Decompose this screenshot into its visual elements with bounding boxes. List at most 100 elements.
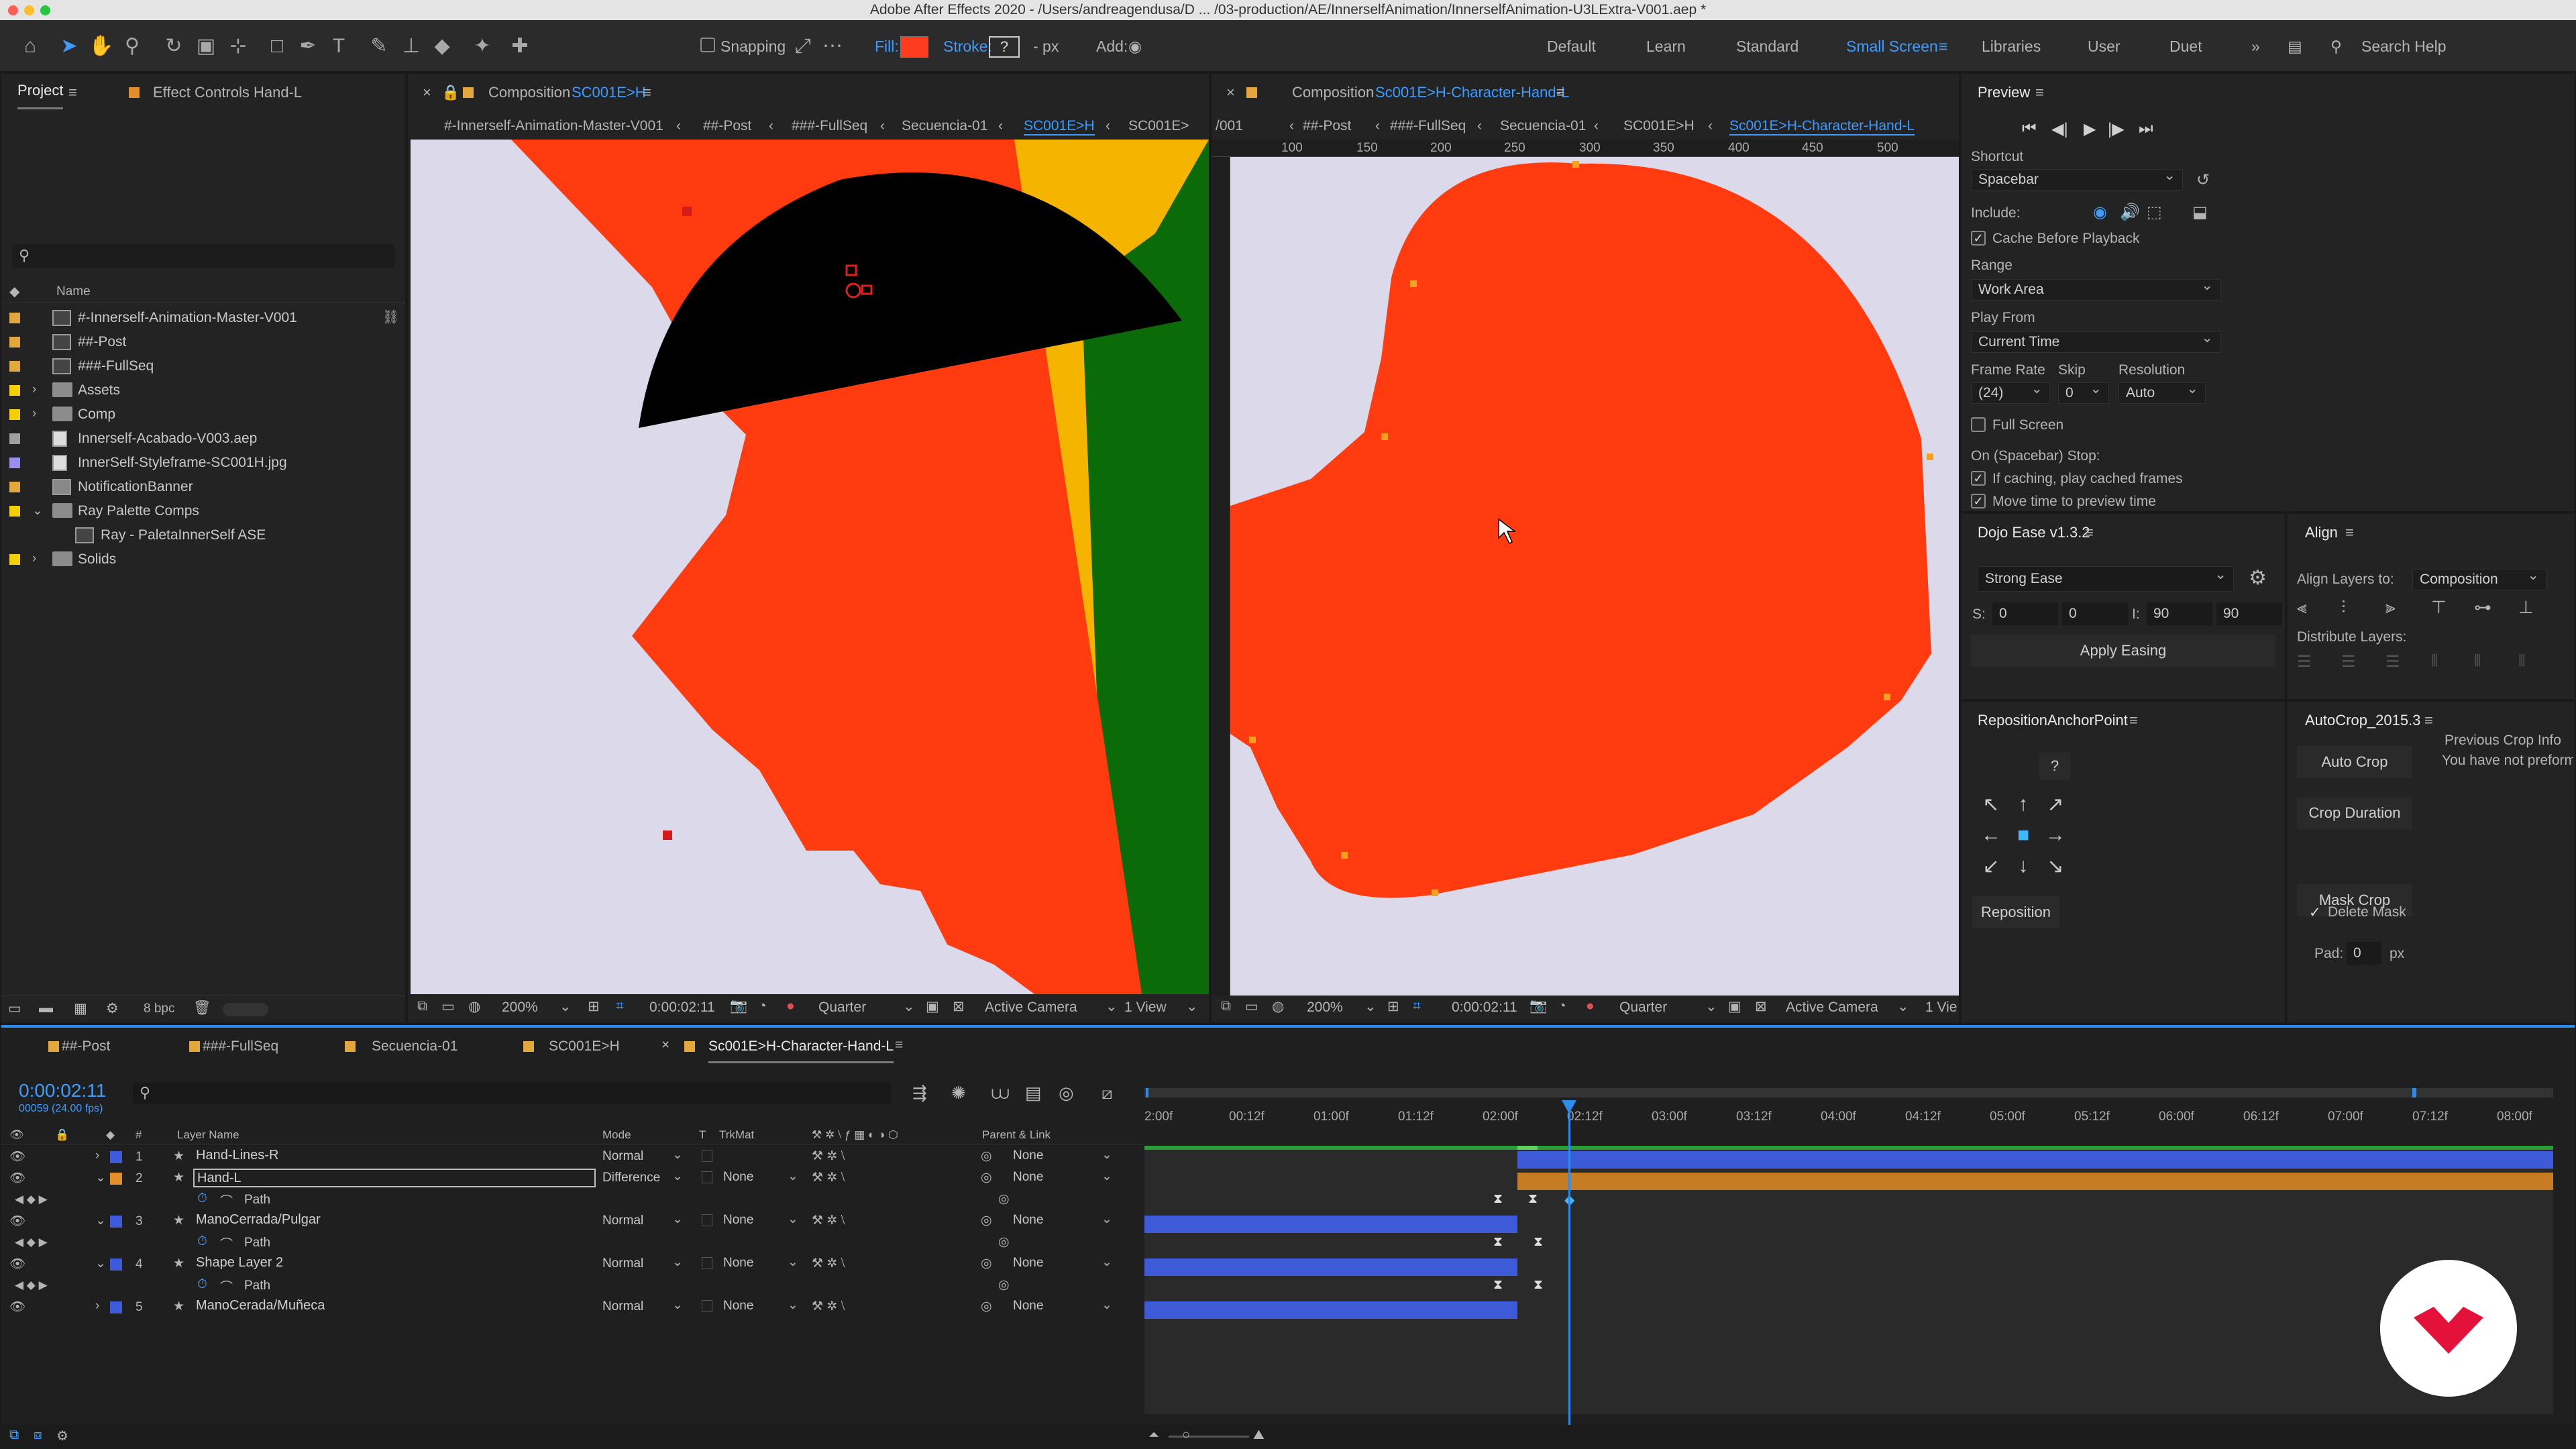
layer-switches-icon[interactable]: ⚒ ✲ ⧵: [812, 1213, 845, 1228]
pick-whip-icon[interactable]: ◎: [981, 1148, 992, 1164]
dojo-settings-icon[interactable]: ⚙: [2249, 566, 2267, 590]
stroke-width-value[interactable]: - px: [1033, 38, 1059, 56]
safe-margins-icon[interactable]: ⊞: [588, 998, 600, 1015]
breadcrumb-item[interactable]: ##-Post: [703, 118, 751, 134]
keyframe-nav-icon[interactable]: ◀ ◆ ▶: [15, 1236, 48, 1249]
av-features-icon[interactable]: 👁: [9, 1128, 24, 1142]
zoom-in-icon[interactable]: ⛰: [1253, 1428, 1265, 1443]
keyframe-icon[interactable]: ⧗: [1493, 1277, 1503, 1293]
visibility-eye-icon[interactable]: 👁: [9, 1299, 25, 1315]
zoom-dropdown-chevron-icon[interactable]: ⌄: [559, 998, 572, 1015]
project-item[interactable]: › Solids: [1, 547, 405, 572]
visibility-eye-icon[interactable]: 👁: [9, 1256, 25, 1272]
workspace-default[interactable]: Default: [1547, 38, 1596, 56]
breadcrumb-item[interactable]: ###-FullSeq: [792, 118, 867, 134]
trash-icon[interactable]: 🗑: [193, 1000, 211, 1016]
workspace-standard[interactable]: Standard: [1736, 38, 1799, 56]
cache-before-playback-checkbox[interactable]: ✓: [1971, 231, 1986, 246]
color-channels-icon[interactable]: ●: [786, 998, 795, 1014]
name-column-header[interactable]: Name: [56, 284, 91, 299]
time-ruler[interactable]: 2:00f 00:12f 01:00f 01:12f 02:00f 02:12f 03:00…: [1144, 1088, 2553, 1143]
zoom-window-button[interactable]: [40, 5, 50, 15]
label-swatch[interactable]: [9, 385, 20, 396]
show-snapshot-icon[interactable]: ◔: [758, 998, 767, 1014]
pick-whip-icon[interactable]: ◎: [998, 1191, 1010, 1207]
transparency-grid-icon[interactable]: ⊠: [1755, 998, 1767, 1015]
layer-property-row[interactable]: ◀ ◆ ▶ ⏱ ⌒ Path ◎: [1, 1189, 1142, 1210]
if-caching-checkbox[interactable]: ✓: [1971, 471, 1986, 486]
trkmat-dropdown[interactable]: None: [723, 1213, 753, 1228]
speed-in-input[interactable]: 0: [1992, 602, 2058, 625]
next-frame-icon[interactable]: |▶: [2108, 119, 2125, 139]
layer-bar-hand-l[interactable]: [1517, 1173, 2553, 1190]
label-swatch[interactable]: [9, 313, 20, 323]
breadcrumb-item[interactable]: /001: [1216, 118, 1243, 134]
pad-input[interactable]: 0: [2347, 942, 2381, 965]
project-item[interactable]: ⌄ Ray Palette Comps: [1, 499, 405, 523]
close-tab-icon[interactable]: ×: [423, 74, 431, 111]
layer-label-swatch[interactable]: [110, 1173, 122, 1185]
breadcrumb-item[interactable]: Secuencia-01: [1500, 118, 1586, 134]
visibility-eye-icon[interactable]: 👁: [9, 1148, 25, 1165]
chevron-right-icon[interactable]: ›: [32, 382, 36, 397]
snap-options-icon[interactable]: ⤢: [790, 34, 816, 59]
align-layers-to-dropdown[interactable]: Composition: [2412, 566, 2546, 590]
layer-row[interactable]: 👁 ⌄ 4 ★ Shape Layer 2 Normal ⌄ None ⌄ ⚒ ✲ ⧵ ◎ None ⌄: [1, 1253, 1142, 1275]
project-search-input[interactable]: ⚲: [12, 244, 394, 268]
mode-chevron-icon[interactable]: ⌄: [672, 1254, 683, 1270]
region-of-interest-icon[interactable]: ⌗: [616, 998, 624, 1014]
distribute-left-icon[interactable]: ⦀: [2431, 652, 2438, 671]
rotate-tool-icon[interactable]: ↻: [161, 34, 186, 59]
type-tool-icon[interactable]: T: [326, 34, 352, 59]
expand-chevron-icon[interactable]: ⌄: [95, 1213, 106, 1228]
preview-title[interactable]: Preview: [1978, 74, 2030, 111]
graph-icon[interactable]: ⌒: [220, 1191, 233, 1210]
current-time-display[interactable]: 0:00:02:11: [649, 1000, 715, 1016]
chevron-down-icon[interactable]: ⌄: [32, 503, 43, 519]
label-swatch[interactable]: [9, 409, 20, 420]
layer-row[interactable]: 👁 › 5 ★ ManoCerada/Muñeca Normal ⌄ None ⌄ ⚒ ✲ ⧵ ◎ N…: [1, 1296, 1142, 1318]
layer-label-swatch[interactable]: [110, 1216, 122, 1228]
shortcut-dropdown[interactable]: Spacebar: [1971, 166, 2183, 191]
layer-mode-dropdown[interactable]: Normal: [602, 1254, 683, 1273]
delete-mask-checkbox[interactable]: ✓: [2309, 904, 2321, 921]
snapshot-icon[interactable]: 📷: [730, 998, 747, 1014]
stopwatch-icon[interactable]: ⏱: [197, 1234, 207, 1249]
snapping-checkbox[interactable]: [700, 38, 715, 52]
play-from-dropdown[interactable]: Current Time: [1971, 328, 2220, 353]
timeline-menu-icon[interactable]: ≡: [895, 1037, 903, 1053]
work-area-end-handle[interactable]: [2412, 1088, 2416, 1097]
pen-tool-icon[interactable]: ✒: [295, 34, 321, 59]
transparency-grid-icon[interactable]: ⊠: [953, 998, 965, 1015]
workspace-small-screen[interactable]: Small Screen: [1846, 38, 1938, 56]
timeline-tab-post[interactable]: ##-Post: [62, 1038, 110, 1055]
layer-row[interactable]: 👁 › 1 ★ Hand-Lines-R Normal ⌄ ⚒ ✲ ⧵ ◎ None ⌄: [1, 1146, 1142, 1167]
snapshot-icon[interactable]: 📷: [1529, 998, 1547, 1014]
reposition-menu-icon[interactable]: ≡: [2129, 702, 2138, 739]
tab-project[interactable]: Project: [17, 74, 64, 109]
layer-property-row[interactable]: ◀ ◆ ▶ ⏱ ⌒ Path ◎: [1, 1275, 1142, 1296]
project-settings-icon[interactable]: ⚙: [106, 1000, 119, 1017]
new-folder-icon[interactable]: ▬: [39, 1000, 53, 1016]
visibility-eye-icon[interactable]: 👁: [9, 1213, 25, 1229]
autocrop-menu-icon[interactable]: ≡: [2424, 702, 2433, 739]
layer-mode-dropdown[interactable]: Normal: [602, 1147, 683, 1166]
pan-behind-tool-icon[interactable]: ⊹: [225, 34, 251, 59]
expand-chevron-icon[interactable]: ⌄: [95, 1170, 106, 1185]
resolution-dropdown[interactable]: Quarter: [818, 1000, 866, 1016]
clone-stamp-tool-icon[interactable]: ⊥: [398, 34, 424, 59]
trkmat-dropdown[interactable]: None: [723, 1256, 753, 1271]
anchor-top-right-icon[interactable]: ↗: [2042, 793, 2069, 816]
breadcrumb-item[interactable]: #-Innerself-Animation-Master-V001: [444, 118, 663, 134]
fast-previews-icon[interactable]: ▣: [1728, 998, 1741, 1015]
layer-switches-icon[interactable]: ⚒ ✲ ⧵: [812, 1299, 845, 1314]
stopwatch-icon[interactable]: ⏱: [197, 1191, 207, 1206]
anchor-bottom-right-icon[interactable]: ↘: [2042, 855, 2069, 878]
keyframe-nav-icon[interactable]: ◀ ◆ ▶: [15, 1193, 48, 1206]
visibility-eye-icon[interactable]: 👁: [9, 1170, 25, 1186]
views-dropdown[interactable]: 1 View: [1124, 1000, 1167, 1016]
skip-dropdown[interactable]: 0: [2058, 379, 2109, 404]
frame-blending-icon[interactable]: ▤: [1025, 1083, 1042, 1104]
trkmat-chevron-icon[interactable]: ⌄: [788, 1297, 798, 1313]
monitor-icon[interactable]: ▭: [1245, 998, 1258, 1015]
